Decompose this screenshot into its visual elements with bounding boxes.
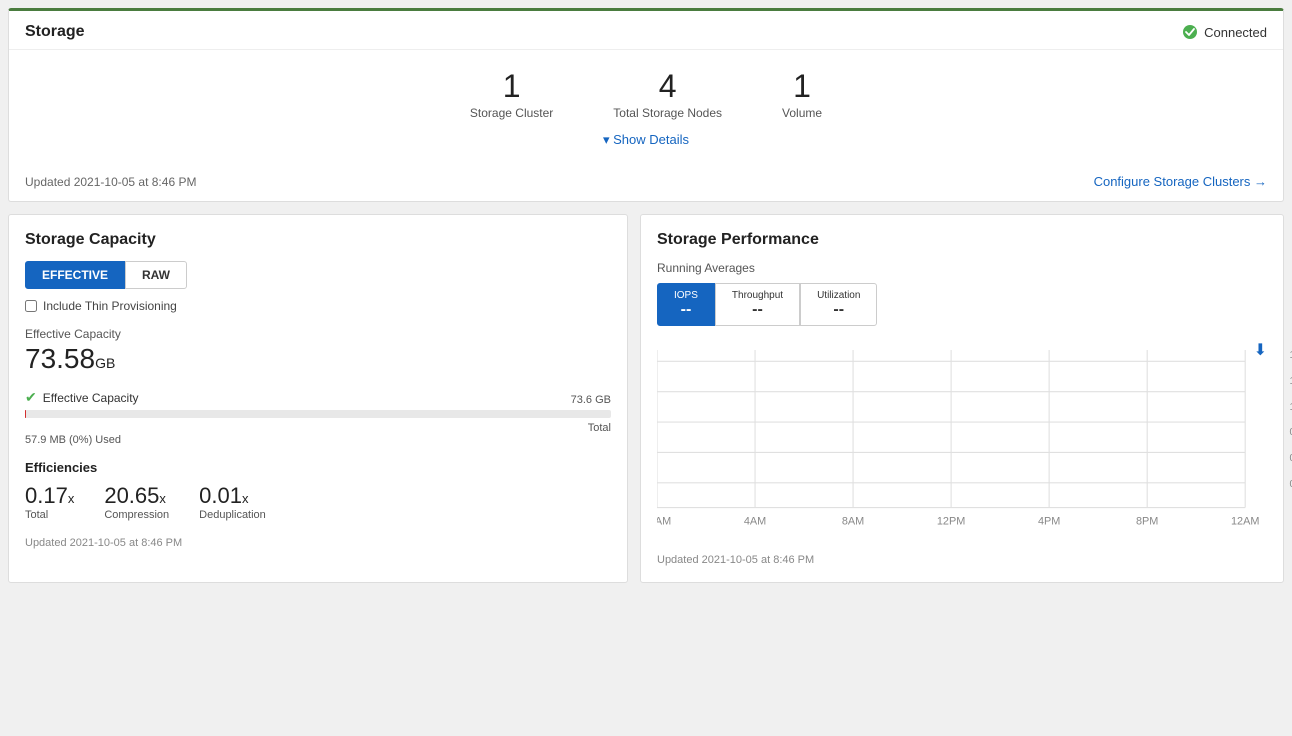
green-check-icon: ✔: [25, 389, 37, 406]
metric-total-storage-nodes-value: 4: [613, 70, 722, 102]
storage-performance-title: Storage Performance: [657, 231, 1267, 249]
metric-volume: 1 Volume: [782, 70, 822, 120]
show-details-row: ▾ Show Details: [25, 132, 1267, 148]
svg-text:4AM: 4AM: [744, 515, 766, 527]
throughput-label: Throughput: [732, 290, 783, 301]
progress-bar-fill: [25, 410, 26, 418]
eff-compression-number: 20.65: [104, 483, 159, 508]
used-text: 57.9 MB (0%) Used: [25, 434, 611, 446]
eff-total-multiplier: x: [68, 491, 75, 506]
eff-compression-multiplier: x: [159, 491, 166, 506]
top-card-header: Storage Connected: [9, 11, 1283, 50]
iops-label: IOPS: [674, 290, 698, 301]
chart-wrapper: 12AM 4AM 8AM 12PM 4PM 8PM 12AM 1 1 1 0: [657, 350, 1267, 530]
capacity-number: 73.58: [25, 343, 95, 374]
iops-value: --: [674, 301, 698, 319]
chart-area: ⬇: [657, 340, 1267, 530]
metric-volume-value: 1: [782, 70, 822, 102]
top-card-body: 1 Storage Cluster 4 Total Storage Nodes …: [9, 50, 1283, 168]
storage-capacity-card: Storage Capacity EFFECTIVE RAW Include T…: [8, 214, 628, 583]
eff-compression-label: Compression: [104, 509, 169, 521]
throughput-tab[interactable]: Throughput --: [715, 283, 800, 326]
metric-storage-cluster-label: Storage Cluster: [470, 106, 553, 120]
metric-storage-cluster: 1 Storage Cluster: [470, 70, 553, 120]
eff-total-value: 0.17x: [25, 483, 74, 509]
metrics-row: 1 Storage Cluster 4 Total Storage Nodes …: [25, 70, 1267, 120]
eff-total-label: Total: [25, 509, 74, 521]
show-details-link[interactable]: ▾ Show Details: [603, 132, 689, 147]
throughput-value: --: [732, 301, 783, 319]
configure-storage-clusters-link[interactable]: Configure Storage Clusters →: [1094, 174, 1267, 189]
connection-badge: Connected: [1182, 24, 1267, 40]
eff-dedup-label: Deduplication: [199, 509, 266, 521]
storage-performance-card: Storage Performance Running Averages IOP…: [640, 214, 1284, 583]
top-card-footer: Updated 2021-10-05 at 8:46 PM Configure …: [9, 168, 1283, 201]
eff-item-deduplication: 0.01x Deduplication: [199, 483, 266, 521]
capacity-unit: GB: [95, 355, 115, 371]
svg-text:4PM: 4PM: [1038, 515, 1060, 527]
storage-capacity-title: Storage Capacity: [25, 231, 611, 249]
capacity-label: Effective Capacity: [25, 327, 611, 341]
eff-total-number: 0.17: [25, 483, 68, 508]
eff-cap-header-label: Effective Capacity: [43, 391, 139, 405]
eff-dedup-multiplier: x: [242, 491, 249, 506]
thin-provisioning-row: Include Thin Provisioning: [25, 299, 611, 313]
perf-tab-row: IOPS -- Throughput -- Utilization --: [657, 283, 1267, 326]
top-updated-text: Updated 2021-10-05 at 8:46 PM: [25, 175, 196, 189]
svg-text:12AM: 12AM: [1231, 515, 1259, 527]
eff-compression-value: 20.65x: [104, 483, 169, 509]
eff-cap-header: ✔ Effective Capacity: [25, 389, 611, 406]
utilization-label: Utilization: [817, 290, 860, 301]
thin-provisioning-label: Include Thin Provisioning: [43, 299, 177, 313]
top-storage-card: Storage Connected 1 Storage Cluster 4 To…: [8, 8, 1284, 202]
connected-icon: [1182, 24, 1198, 40]
capacity-card-footer: Updated 2021-10-05 at 8:46 PM: [25, 537, 611, 549]
svg-text:8AM: 8AM: [842, 515, 864, 527]
app-title: Storage: [25, 23, 85, 41]
chart-svg: 12AM 4AM 8AM 12PM 4PM 8PM 12AM: [657, 350, 1267, 530]
eff-item-compression: 20.65x Compression: [104, 483, 169, 521]
progress-total-value: 73.6 GB: [571, 394, 611, 406]
connection-status-text: Connected: [1204, 25, 1267, 40]
thin-provisioning-checkbox[interactable]: [25, 300, 37, 312]
capacity-tab-row: EFFECTIVE RAW: [25, 261, 611, 289]
svg-text:8PM: 8PM: [1136, 515, 1158, 527]
metric-volume-label: Volume: [782, 106, 822, 120]
effective-capacity-section: ✔ Effective Capacity 73.6 GB Total 57.9 …: [25, 389, 611, 446]
eff-item-total: 0.17x Total: [25, 483, 74, 521]
metric-total-storage-nodes: 4 Total Storage Nodes: [613, 70, 722, 120]
running-averages-label: Running Averages: [657, 261, 1267, 275]
progress-bar-total-label: 73.6 GB: [571, 394, 611, 406]
effective-tab[interactable]: EFFECTIVE: [25, 261, 125, 289]
metric-storage-cluster-value: 1: [470, 70, 553, 102]
progress-total-text: Total: [588, 422, 611, 434]
progress-bar-container: 73.6 GB: [25, 410, 611, 418]
capacity-value: 73.58GB: [25, 343, 611, 375]
raw-tab[interactable]: RAW: [125, 261, 187, 289]
svg-text:12PM: 12PM: [937, 515, 965, 527]
metric-total-storage-nodes-label: Total Storage Nodes: [613, 106, 722, 120]
utilization-value: --: [817, 301, 860, 319]
efficiencies-row: 0.17x Total 20.65x Compression 0.01x Ded…: [25, 483, 611, 521]
bottom-row: Storage Capacity EFFECTIVE RAW Include T…: [8, 214, 1284, 583]
efficiencies-title: Efficiencies: [25, 460, 611, 475]
performance-card-footer: Updated 2021-10-05 at 8:46 PM: [657, 554, 1267, 566]
eff-dedup-value: 0.01x: [199, 483, 266, 509]
iops-tab[interactable]: IOPS --: [657, 283, 715, 326]
eff-dedup-number: 0.01: [199, 483, 242, 508]
utilization-tab[interactable]: Utilization --: [800, 283, 877, 326]
svg-text:12AM: 12AM: [657, 515, 671, 527]
